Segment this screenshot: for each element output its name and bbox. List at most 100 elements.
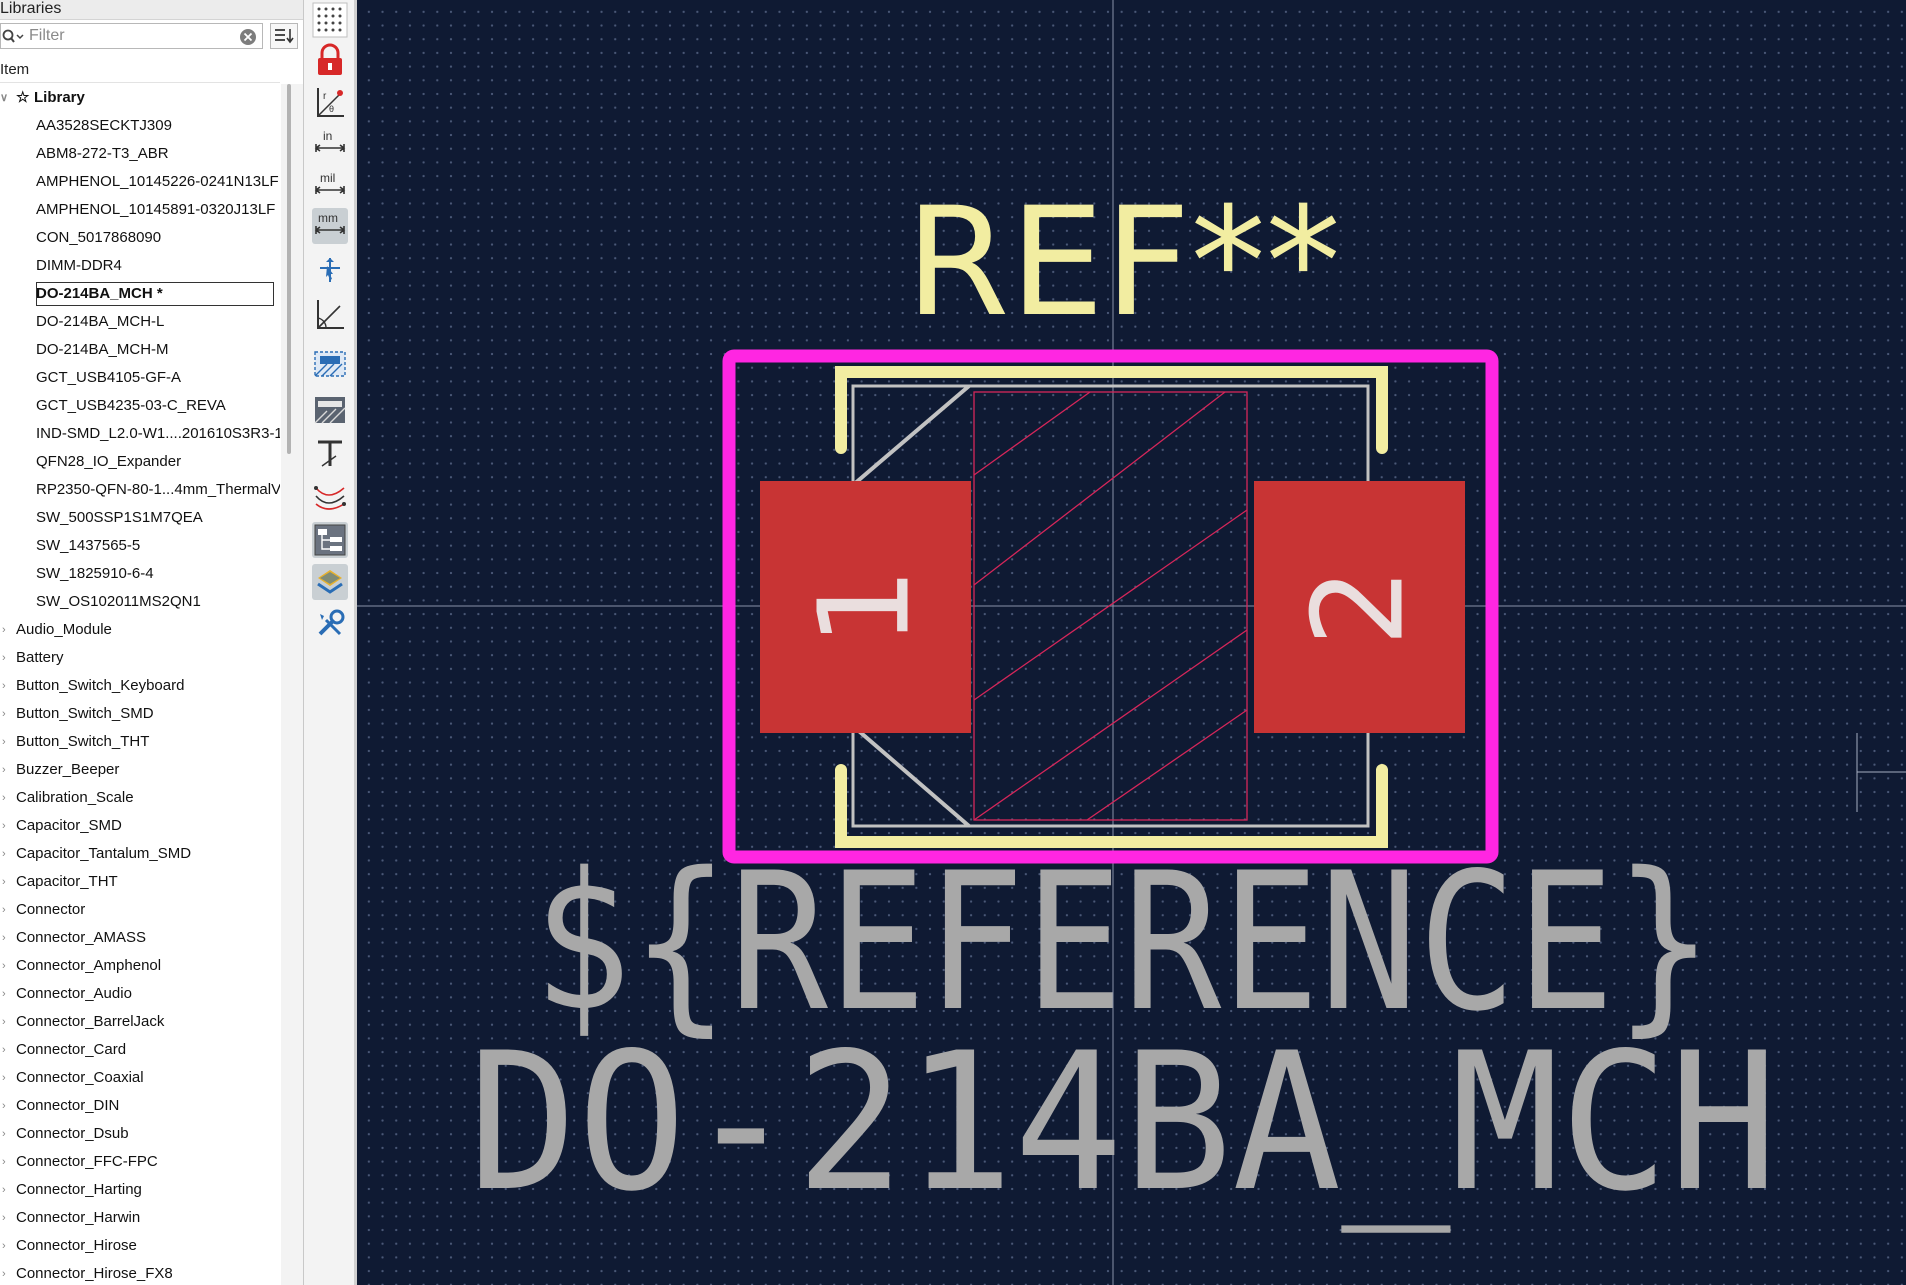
- chevron-right-icon[interactable]: ›: [2, 1176, 14, 1204]
- footprint-item[interactable]: AA3528SECKTJ309: [0, 112, 280, 140]
- chevron-right-icon[interactable]: ›: [2, 1148, 14, 1176]
- library-row-label: Connector_AMASS: [16, 929, 147, 946]
- chevron-right-icon[interactable]: ›: [2, 1036, 14, 1064]
- ref-designator-text[interactable]: REF**: [905, 176, 1340, 350]
- library-row[interactable]: › Connector_Audio: [0, 980, 280, 1008]
- chevron-right-icon[interactable]: ›: [2, 1260, 14, 1285]
- library-row[interactable]: › Connector_Harting: [0, 1176, 280, 1204]
- footprint-item[interactable]: SW_1437565-5: [0, 532, 280, 560]
- units-mm-button[interactable]: mm: [312, 208, 348, 244]
- chevron-right-icon[interactable]: ›: [2, 980, 14, 1008]
- chevron-right-icon[interactable]: ›: [2, 1120, 14, 1148]
- library-row[interactable]: › Connector: [0, 896, 280, 924]
- chevron-right-icon[interactable]: ›: [2, 1008, 14, 1036]
- tree-scrollbar[interactable]: [281, 84, 303, 1285]
- library-header-row[interactable]: ∨ ☆ Library: [0, 84, 280, 112]
- library-row[interactable]: › Capacitor_Tantalum_SMD: [0, 840, 280, 868]
- footprint-item[interactable]: GCT_USB4105-GF-A: [0, 364, 280, 392]
- value-field-text[interactable]: DO-214BA_MCH: [468, 1012, 1778, 1233]
- graphic-angle-button[interactable]: [312, 296, 348, 332]
- footprint-item[interactable]: SW_500SSP1S1M7QEA: [0, 504, 280, 532]
- fill-mode-button[interactable]: [312, 392, 348, 428]
- chevron-right-icon[interactable]: ›: [2, 1232, 14, 1260]
- chevron-right-icon[interactable]: ›: [2, 1204, 14, 1232]
- grid-toggle-button[interactable]: [312, 2, 348, 38]
- chevron-right-icon[interactable]: ›: [2, 896, 14, 924]
- chevron-right-icon[interactable]: ›: [2, 868, 14, 896]
- footprint-item[interactable]: SW_OS102011MS2QN1: [0, 588, 280, 616]
- units-mils-button[interactable]: mil: [312, 168, 348, 204]
- chevron-right-icon[interactable]: ›: [2, 784, 14, 812]
- filter-input[interactable]: [29, 25, 229, 47]
- footprint-item[interactable]: DO-214BA_MCH-M: [0, 336, 280, 364]
- chevron-right-icon[interactable]: ›: [2, 1092, 14, 1120]
- chevron-right-icon[interactable]: ›: [2, 756, 14, 784]
- footprint-item[interactable]: DO-214BA_MCH-L: [0, 308, 280, 336]
- library-row-label: Connector_Audio: [16, 985, 132, 1002]
- footprint-tree-button[interactable]: [312, 522, 348, 558]
- clear-icon[interactable]: [239, 28, 257, 46]
- library-row[interactable]: › Connector_Coaxial: [0, 1064, 280, 1092]
- filter-field[interactable]: [0, 23, 263, 49]
- search-icon[interactable]: [2, 27, 26, 47]
- chevron-right-icon[interactable]: ›: [2, 700, 14, 728]
- footprint-item[interactable]: GCT_USB4235-03-C_REVA: [0, 392, 280, 420]
- cursor-crosshair: [1856, 733, 1906, 812]
- chevron-right-icon[interactable]: ›: [2, 644, 14, 672]
- library-row[interactable]: › Button_Switch_THT: [0, 728, 280, 756]
- column-header[interactable]: Item: [0, 58, 280, 83]
- library-list: › Audio_Module › Battery › Button_Switch_Keyb…: [0, 616, 280, 1285]
- footprint-item[interactable]: ABM8-272-T3_ABR: [0, 140, 280, 168]
- sort-button[interactable]: [270, 23, 298, 49]
- library-row-label: Connector_Card: [16, 1041, 127, 1058]
- units-inches-button[interactable]: in: [312, 126, 348, 162]
- footprint-item[interactable]: RP2350-QFN-80-1...4mm_ThermalVia: [0, 476, 280, 504]
- library-row[interactable]: › Connector_Harwin: [0, 1204, 280, 1232]
- library-row[interactable]: › Connector_Dsub: [0, 1120, 280, 1148]
- chevron-right-icon[interactable]: ›: [2, 924, 14, 952]
- properties-button[interactable]: [312, 606, 348, 642]
- library-row[interactable]: › Button_Switch_Keyboard: [0, 672, 280, 700]
- footprint-item[interactable]: IND-SMD_L2.0-W1....201610S3R3-101-: [0, 420, 280, 448]
- pad-outline-button[interactable]: [312, 346, 348, 382]
- library-row[interactable]: › Capacitor_THT: [0, 868, 280, 896]
- ratsnest-button[interactable]: [312, 478, 348, 514]
- chevron-right-icon[interactable]: ›: [2, 840, 14, 868]
- chevron-right-icon[interactable]: ›: [2, 672, 14, 700]
- library-row[interactable]: › Connector_FFC-FPC: [0, 1148, 280, 1176]
- library-row[interactable]: › Battery: [0, 644, 280, 672]
- footprint-item[interactable]: QFN28_IO_Expander: [0, 448, 280, 476]
- text-outline-button[interactable]: [312, 436, 348, 472]
- cursor-style-button[interactable]: [312, 252, 348, 288]
- scroll-thumb[interactable]: [287, 84, 291, 454]
- library-row[interactable]: › Connector_Card: [0, 1036, 280, 1064]
- footprint-item[interactable]: DIMM-DDR4: [0, 252, 280, 280]
- library-row[interactable]: › Connector_AMASS: [0, 924, 280, 952]
- footprint-item[interactable]: CON_5017868090: [0, 224, 280, 252]
- library-row[interactable]: › Audio_Module: [0, 616, 280, 644]
- library-row[interactable]: › Buzzer_Beeper: [0, 756, 280, 784]
- library-row[interactable]: › Calibration_Scale: [0, 784, 280, 812]
- footprint-item[interactable]: AMPHENOL_10145891-0320J13LF: [0, 196, 280, 224]
- footprint-item[interactable]: DO-214BA_MCH *: [0, 280, 280, 308]
- library-row[interactable]: › Capacitor_SMD: [0, 812, 280, 840]
- lock-button[interactable]: [312, 42, 348, 78]
- pad-outline-icon: [314, 351, 346, 377]
- footprint-editor-canvas[interactable]: REF** 1 2 ${REFERENCE} DO-214BA_MCH: [357, 0, 1906, 1285]
- layers-manager-button[interactable]: [312, 564, 348, 600]
- library-row[interactable]: › Connector_BarrelJack: [0, 1008, 280, 1036]
- library-row[interactable]: › Connector_Hirose: [0, 1232, 280, 1260]
- footprint-item[interactable]: SW_1825910-6-4: [0, 560, 280, 588]
- chevron-right-icon[interactable]: ›: [2, 1064, 14, 1092]
- chevron-right-icon[interactable]: ›: [2, 952, 14, 980]
- footprint-item[interactable]: AMPHENOL_10145226-0241N13LF: [0, 168, 280, 196]
- library-row[interactable]: › Connector_Hirose_FX8: [0, 1260, 280, 1285]
- library-row[interactable]: › Button_Switch_SMD: [0, 700, 280, 728]
- library-row[interactable]: › Connector_DIN: [0, 1092, 280, 1120]
- polar-coords-button[interactable]: r θ: [312, 84, 348, 120]
- chevron-down-icon[interactable]: ∨: [0, 84, 12, 112]
- chevron-right-icon[interactable]: ›: [2, 616, 14, 644]
- chevron-right-icon[interactable]: ›: [2, 812, 14, 840]
- library-row[interactable]: › Connector_Amphenol: [0, 952, 280, 980]
- chevron-right-icon[interactable]: ›: [2, 728, 14, 756]
